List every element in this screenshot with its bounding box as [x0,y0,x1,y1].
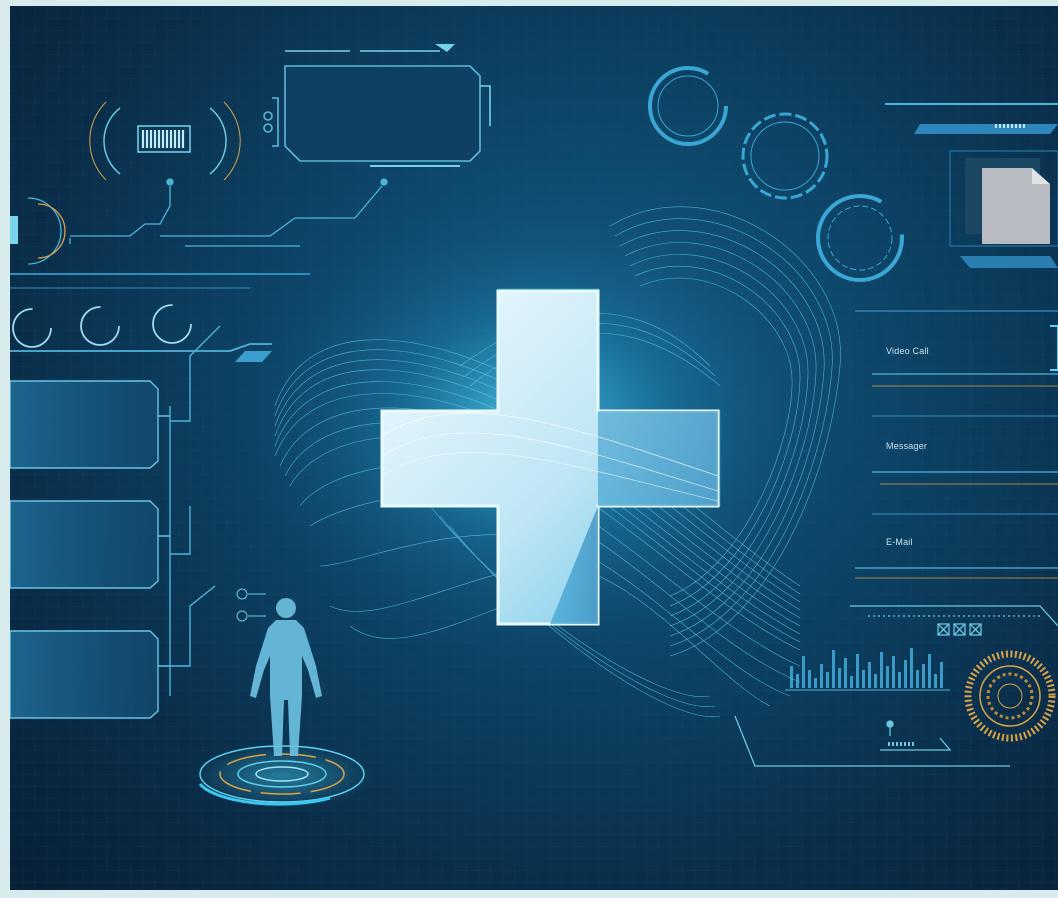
messager-label: Messager [886,441,928,451]
email-label: E-Mail [886,537,913,547]
video-call-label: Video Call [886,346,929,356]
document-icon [965,158,1050,244]
medical-hud-illustration: Video Call Messager E-Mail [10,6,1058,890]
